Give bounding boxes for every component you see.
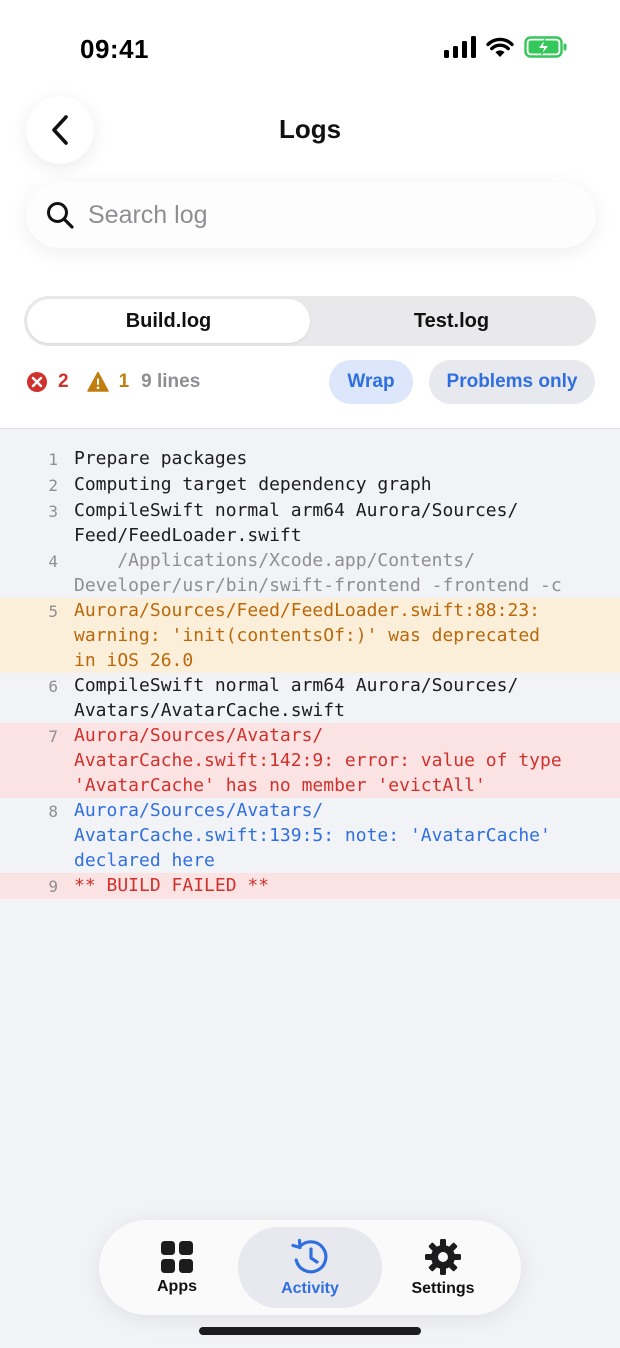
problems-only-toggle[interactable]: Problems only — [429, 360, 595, 404]
tab-activity[interactable]: Activity — [238, 1227, 382, 1308]
line-number: 6 — [48, 677, 58, 696]
line-number: 1 — [48, 450, 58, 469]
search-input[interactable] — [88, 200, 548, 230]
search-icon — [47, 202, 74, 229]
tab-label: Activity — [281, 1279, 339, 1297]
error-count: 2 — [58, 371, 69, 392]
log-summary: 2 1 9 lines — [26, 360, 200, 404]
log-line: 6 CompileSwift normal arm64 Aurora/Sourc… — [0, 673, 620, 723]
activity-clock-icon — [291, 1238, 328, 1273]
log-file-segmented-control: Build.log Test.log — [24, 296, 596, 346]
line-number: 5 — [48, 602, 58, 621]
apps-grid-icon — [161, 1240, 193, 1273]
tab-settings[interactable]: Settings — [371, 1227, 515, 1308]
log-line: 3 CompileSwift normal arm64 Aurora/Sourc… — [0, 498, 620, 548]
log-viewer[interactable]: 1 Prepare packages 2 Computing target de… — [0, 428, 620, 1348]
segment-build-log[interactable]: Build.log — [27, 299, 310, 343]
line-text: /Applications/Xcode.app/Contents/ Develo… — [74, 550, 562, 596]
page-title: Logs — [278, 114, 342, 144]
log-line-error: 9 ** BUILD FAILED ** — [0, 873, 620, 899]
tab-bar: Apps Activity Settings — [99, 1220, 521, 1315]
log-line: 4 /Applications/Xcode.app/Contents/ Deve… — [0, 548, 620, 598]
line-text: Prepare packages — [74, 448, 248, 469]
line-text: ** BUILD FAILED ** — [74, 875, 270, 896]
log-line: 2 Computing target dependency graph — [0, 472, 620, 498]
segment-test-log[interactable]: Test.log — [310, 299, 593, 343]
log-line-warning: 5 Aurora/Sources/Feed/FeedLoader.swift:8… — [0, 598, 620, 673]
line-text: Computing target dependency graph — [74, 474, 432, 495]
line-count: 9 lines — [141, 371, 201, 392]
wrap-toggle[interactable]: Wrap — [329, 360, 413, 404]
error-icon — [27, 372, 47, 392]
status-bar: 09:41 — [0, 0, 620, 100]
log-line-note: 8 Aurora/Sources/Avatars/ AvatarCache.sw… — [0, 798, 620, 873]
warning-icon — [86, 371, 109, 392]
search-bar[interactable] — [26, 182, 596, 248]
line-text: Aurora/Sources/Avatars/ AvatarCache.swif… — [74, 725, 562, 796]
line-text: CompileSwift normal arm64 Aurora/Sources… — [74, 675, 519, 721]
line-text: Aurora/Sources/Avatars/ AvatarCache.swif… — [74, 800, 551, 871]
cellular-signal-icon — [444, 36, 476, 58]
gear-icon — [425, 1238, 461, 1275]
log-line: 1 Prepare packages — [0, 446, 620, 472]
line-text: Aurora/Sources/Feed/FeedLoader.swift:88:… — [74, 600, 540, 671]
line-text: CompileSwift normal arm64 Aurora/Sources… — [74, 500, 519, 546]
line-number: 8 — [48, 802, 58, 821]
tab-label: Settings — [411, 1279, 475, 1297]
wifi-icon — [486, 37, 514, 57]
home-indicator — [199, 1327, 421, 1335]
line-number: 4 — [48, 552, 58, 571]
warning-count: 1 — [118, 371, 130, 392]
tab-label: Apps — [157, 1277, 197, 1295]
line-number: 3 — [48, 502, 58, 521]
line-number: 2 — [48, 476, 58, 495]
status-time: 09:41 — [80, 34, 149, 64]
status-icons — [444, 36, 568, 58]
tab-apps[interactable]: Apps — [105, 1227, 249, 1308]
log-line-error: 7 Aurora/Sources/Avatars/ AvatarCache.sw… — [0, 723, 620, 798]
line-number: 9 — [48, 877, 58, 896]
line-number: 7 — [48, 727, 58, 746]
battery-charging-icon — [524, 36, 567, 58]
